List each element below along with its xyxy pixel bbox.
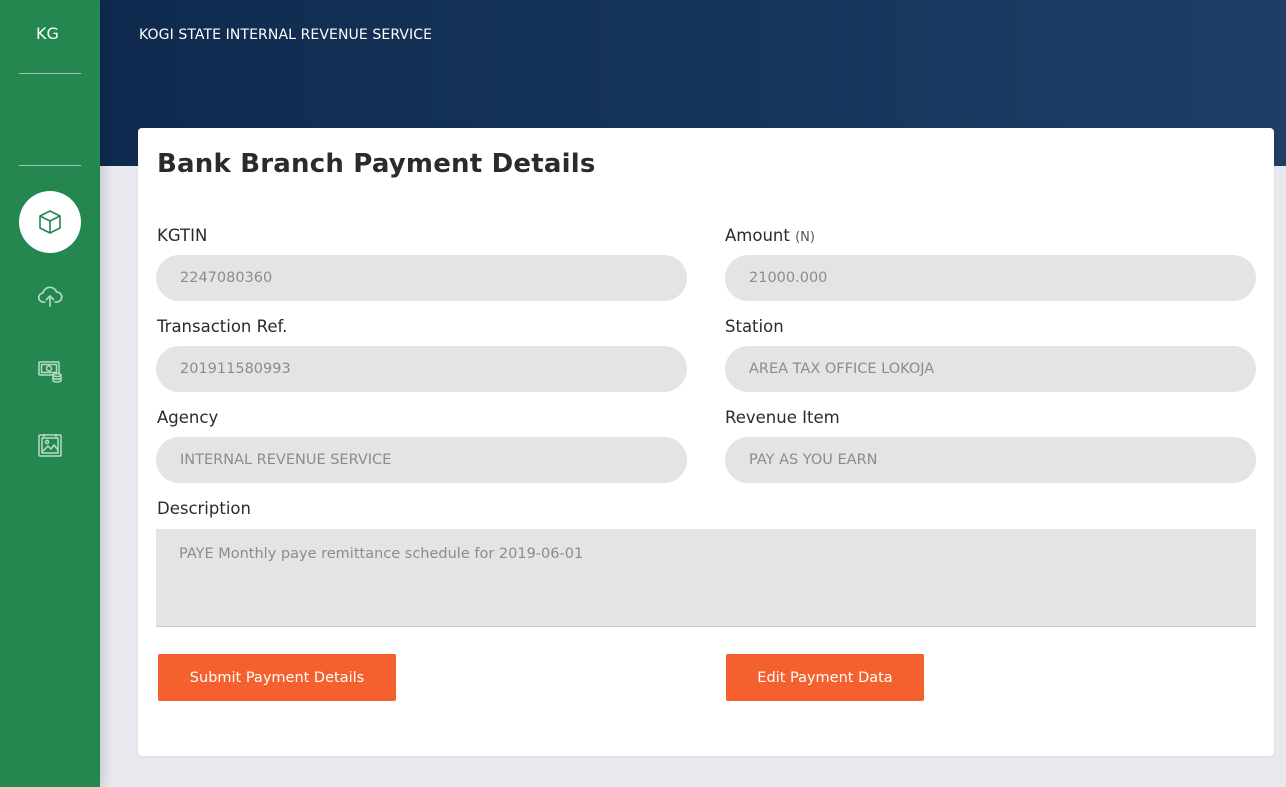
transaction-ref-label: Transaction Ref.: [157, 317, 287, 336]
agency-label: Agency: [157, 408, 218, 427]
amount-field[interactable]: 21000.000: [725, 255, 1256, 301]
sidebar-divider: [19, 165, 81, 166]
description-label: Description: [157, 499, 251, 518]
sidebar-item-cube[interactable]: [19, 191, 81, 253]
amount-label: Amount (N): [725, 226, 815, 245]
revenue-item-label-text: Revenue Item: [725, 408, 840, 427]
cube-icon: [39, 210, 61, 234]
agency-field[interactable]: INTERNAL REVENUE SERVICE: [156, 437, 687, 483]
header-title: KOGI STATE INTERNAL REVENUE SERVICE: [139, 27, 433, 43]
agency-label-text: Agency: [157, 408, 219, 427]
kgtin-label-text: KGTIN: [157, 226, 208, 245]
station-field[interactable]: AREA TAX OFFICE LOKOJA: [725, 346, 1256, 392]
money-coins-icon: [38, 361, 62, 383]
station-label: Station: [725, 317, 784, 336]
description-label-text: Description: [157, 499, 251, 518]
transaction-ref-field[interactable]: 201911580993: [156, 346, 687, 392]
kgtin-field[interactable]: 2247080360: [156, 255, 687, 301]
amount-label-text: Amount: [725, 226, 790, 245]
brand-logo[interactable]: KG: [0, 24, 95, 43]
edit-payment-data-button[interactable]: Edit Payment Data: [726, 654, 924, 701]
kgtin-label: KGTIN: [157, 226, 207, 245]
payment-details-card: Bank Branch Payment Details KGTIN 224708…: [138, 128, 1274, 756]
amount-unit: (N): [795, 230, 815, 245]
revenue-item-label: Revenue Item: [725, 408, 840, 427]
revenue-item-field[interactable]: PAY AS YOU EARN: [725, 437, 1256, 483]
description-textarea[interactable]: PAYE Monthly paye remittance schedule fo…: [156, 529, 1256, 627]
transaction-ref-label-text: Transaction Ref.: [157, 317, 288, 336]
page-title: Bank Branch Payment Details: [157, 149, 596, 179]
submit-payment-details-button[interactable]: Submit Payment Details: [158, 654, 396, 701]
sidebar-item-payments[interactable]: [19, 339, 81, 401]
sidebar: KG: [0, 0, 100, 787]
image-gallery-icon: [38, 434, 62, 457]
station-label-text: Station: [725, 317, 784, 336]
sidebar-item-upload[interactable]: [19, 265, 81, 327]
sidebar-item-gallery[interactable]: [19, 414, 81, 476]
sidebar-divider: [19, 73, 81, 74]
cloud-upload-icon: [37, 286, 63, 307]
